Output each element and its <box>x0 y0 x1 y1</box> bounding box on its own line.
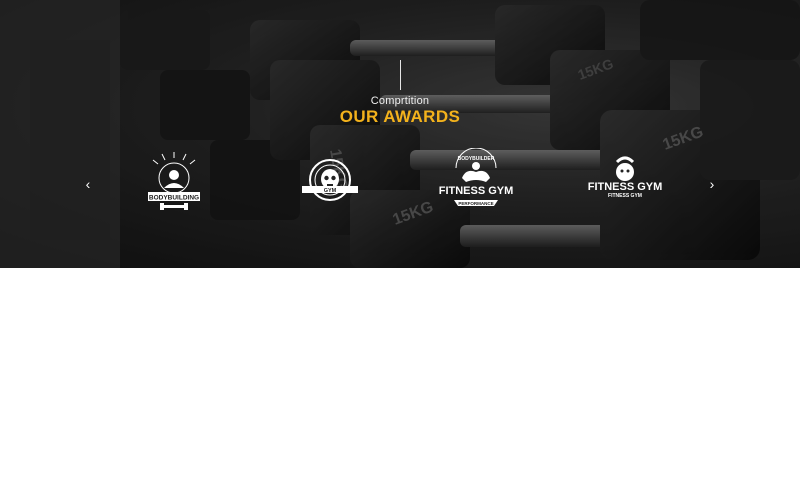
logo-text: GYM <box>324 188 337 194</box>
bodybuilder-badge-icon: BODYBUILDER FITNESS GYM PERFORMANCE <box>439 148 514 206</box>
carousel-next-button[interactable]: › <box>704 176 720 192</box>
page-content-area <box>0 268 800 500</box>
logo-sub-text: FITNESS GYM <box>608 193 642 199</box>
logo-top-text: BODYBUILDER <box>458 156 495 162</box>
logo-sub-text: PERFORMANCE <box>458 201 493 206</box>
award-logo-bodybuilding[interactable]: BODYBUILDING <box>134 148 214 218</box>
background-overlay <box>0 0 800 268</box>
chevron-right-icon: › <box>709 176 715 192</box>
kettlebell-badge-icon: FITNESS GYM FITNESS GYM <box>588 156 663 199</box>
logo-text: FITNESS GYM <box>588 181 663 193</box>
logo-text: FITNESS GYM <box>439 185 514 197</box>
section-kicker: Comprtition <box>370 95 430 107</box>
bodybuilding-badge-icon: BODYBUILDING <box>148 152 200 210</box>
awards-section: 15KG 15KG 15KG 15KG Comprtition OUR AWAR… <box>0 0 800 268</box>
section-divider-line <box>400 60 401 90</box>
award-logo-fitness-gym-kettlebell[interactable]: FITNESS GYM FITNESS GYM <box>585 148 665 218</box>
award-logo-fitness-gym-bodybuilder[interactable]: BODYBUILDER FITNESS GYM PERFORMANCE <box>436 148 516 218</box>
skull-badge-icon: GYM <box>302 159 358 201</box>
carousel-prev-button[interactable]: ‹ <box>80 176 96 192</box>
award-logo-skull-gym[interactable]: GYM <box>290 148 370 218</box>
section-title: OUR AWARDS <box>339 107 461 126</box>
chevron-left-icon: ‹ <box>85 176 91 192</box>
logo-text: BODYBUILDING <box>149 195 199 202</box>
